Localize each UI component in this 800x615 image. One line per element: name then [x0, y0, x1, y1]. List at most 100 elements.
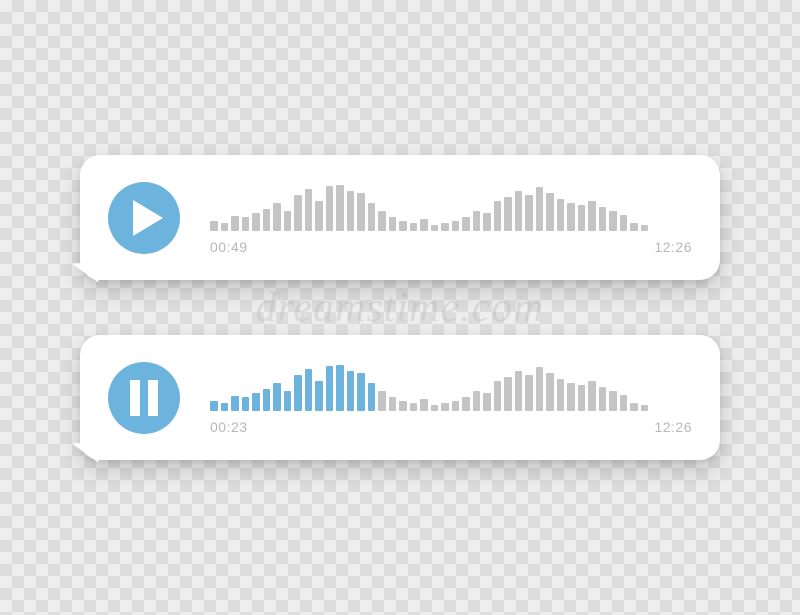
waveform-bar: [336, 365, 344, 411]
waveform-bar: [567, 383, 575, 411]
waveform-bar: [483, 393, 491, 411]
voice-message-content: 00:23 12:26: [210, 361, 692, 435]
waveform-bar: [231, 216, 239, 231]
waveform-bar: [389, 397, 397, 411]
waveform-bar: [389, 217, 397, 231]
waveform-bar: [494, 201, 502, 231]
time-row: 00:23 12:26: [210, 419, 692, 435]
waveform-bar: [431, 405, 439, 411]
waveform-bar: [273, 383, 281, 411]
waveform-bar: [641, 405, 649, 411]
waveform-bar: [462, 397, 470, 411]
waveform-bar: [620, 395, 628, 411]
waveform-bar: [452, 401, 460, 411]
waveform-bar: [567, 203, 575, 231]
waveform-bar: [515, 191, 523, 231]
waveform-bar: [294, 375, 302, 411]
pause-button[interactable]: [108, 362, 180, 434]
waveform[interactable]: [210, 181, 692, 231]
waveform-bar: [441, 403, 449, 411]
waveform-bar: [210, 401, 218, 411]
waveform-bar: [441, 223, 449, 231]
waveform-bar: [252, 213, 260, 231]
waveform-bar: [242, 217, 250, 231]
waveform-bar: [504, 197, 512, 231]
waveform-bar: [609, 391, 617, 411]
waveform-bar: [494, 381, 502, 411]
waveform-bar: [357, 193, 365, 231]
waveform-bar: [284, 211, 292, 231]
waveform-bar: [483, 213, 491, 231]
waveform-bar: [525, 195, 533, 231]
waveform-bar: [588, 201, 596, 231]
waveform-bar: [641, 225, 649, 231]
waveform-bar: [242, 397, 250, 411]
waveform-bar: [431, 225, 439, 231]
waveform-bar: [399, 221, 407, 231]
waveform-bar: [452, 221, 460, 231]
waveform-bar: [210, 221, 218, 231]
total-time: 12:26: [654, 239, 692, 255]
waveform-bar: [263, 209, 271, 231]
waveform-bar: [315, 201, 323, 231]
waveform-bar: [462, 217, 470, 231]
watermark-text: dreamstime.com: [256, 284, 545, 332]
waveform-bar: [399, 401, 407, 411]
elapsed-time: 00:23: [210, 419, 248, 435]
voice-message-bubble: 00:23 12:26: [80, 335, 720, 460]
waveform-bar: [305, 369, 313, 411]
waveform-bar: [630, 223, 638, 231]
play-button[interactable]: [108, 182, 180, 254]
waveform-bar: [546, 373, 554, 411]
waveform-bar: [557, 199, 565, 231]
waveform-bar: [347, 371, 355, 411]
waveform-bar: [284, 391, 292, 411]
waveform-bar: [326, 186, 334, 231]
waveform-bar: [273, 203, 281, 231]
total-time: 12:26: [654, 419, 692, 435]
waveform-bar: [231, 396, 239, 411]
waveform-bar: [630, 403, 638, 411]
waveform-bar: [536, 367, 544, 411]
waveform-bar: [378, 391, 386, 411]
waveform-bar: [536, 187, 544, 231]
waveform-bar: [368, 383, 376, 411]
waveform-bar: [221, 223, 229, 231]
waveform-bar: [326, 366, 334, 411]
waveform-bar: [420, 219, 428, 231]
waveform[interactable]: [210, 361, 692, 411]
waveform-bar: [578, 385, 586, 411]
waveform-bar: [263, 389, 271, 411]
waveform-bar: [294, 195, 302, 231]
waveform-bar: [347, 191, 355, 231]
waveform-bar: [473, 391, 481, 411]
waveform-bar: [578, 205, 586, 231]
waveform-bar: [420, 399, 428, 411]
waveform-bar: [336, 185, 344, 231]
play-icon: [133, 200, 163, 236]
waveform-bar: [504, 377, 512, 411]
waveform-bar: [378, 211, 386, 231]
waveform-bar: [599, 207, 607, 231]
elapsed-time: 00:49: [210, 239, 248, 255]
waveform-bar: [410, 223, 418, 231]
voice-message-bubble: 00:49 12:26: [80, 155, 720, 280]
waveform-bar: [546, 193, 554, 231]
waveform-bar: [599, 387, 607, 411]
waveform-bar: [368, 203, 376, 231]
waveform-bar: [357, 373, 365, 411]
pause-icon: [130, 380, 158, 416]
waveform-bar: [557, 379, 565, 411]
waveform-bar: [609, 211, 617, 231]
waveform-bar: [410, 403, 418, 411]
waveform-bar: [315, 381, 323, 411]
waveform-bar: [620, 215, 628, 231]
waveform-bar: [221, 403, 229, 411]
waveform-bar: [515, 371, 523, 411]
voice-message-content: 00:49 12:26: [210, 181, 692, 255]
waveform-bar: [525, 375, 533, 411]
waveform-bar: [473, 211, 481, 231]
time-row: 00:49 12:26: [210, 239, 692, 255]
waveform-bar: [588, 381, 596, 411]
waveform-bar: [252, 393, 260, 411]
